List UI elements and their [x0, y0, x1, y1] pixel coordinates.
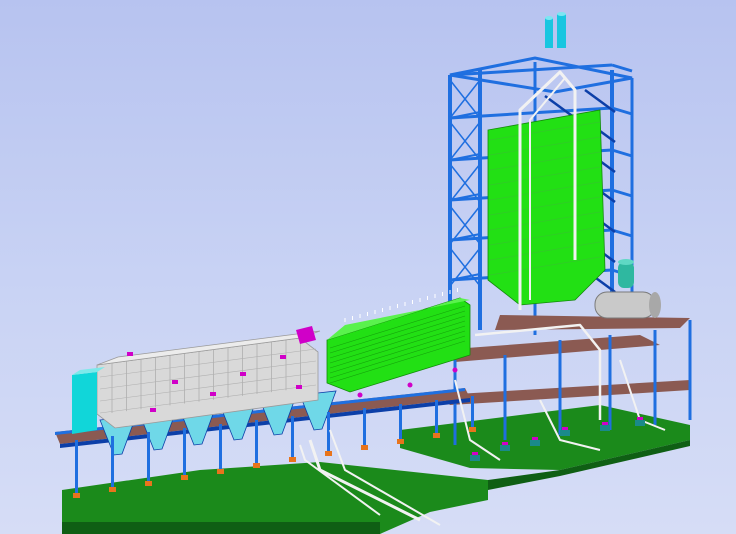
- column-footing: [361, 445, 368, 450]
- support-column: [147, 432, 150, 483]
- magenta-marker: [296, 385, 302, 389]
- pump: [500, 445, 510, 451]
- plant-3d-render: [55, 12, 692, 534]
- magenta-marker: [210, 392, 216, 396]
- column-footing: [253, 463, 260, 468]
- column-footing: [181, 475, 188, 480]
- support-column: [111, 436, 114, 489]
- steam-drum-body: [594, 291, 656, 319]
- column-footing: [289, 457, 296, 462]
- valve: [407, 382, 413, 388]
- mid-platform: [440, 335, 660, 362]
- support-column: [471, 396, 474, 429]
- stack-left: [545, 18, 553, 48]
- pipe: [474, 323, 602, 420]
- magenta-marker: [127, 352, 133, 356]
- magenta-marker: [240, 372, 246, 376]
- magenta-marker: [172, 380, 178, 384]
- support-column: [291, 416, 294, 459]
- pump: [470, 455, 480, 461]
- pump-motor: [532, 437, 538, 440]
- support-column: [255, 420, 258, 465]
- ground-slab-right: [400, 405, 690, 470]
- stair-flight: [544, 94, 576, 120]
- column-footing: [397, 439, 404, 444]
- support-column: [435, 400, 438, 435]
- support-column: [327, 412, 330, 453]
- tower-roof-frame: [449, 56, 633, 94]
- column-footing: [469, 427, 476, 432]
- pump-motor: [602, 422, 608, 425]
- magenta-marker: [280, 355, 286, 359]
- column-footing: [109, 487, 116, 492]
- pump-motor: [562, 427, 568, 430]
- green-economizer: [326, 297, 471, 393]
- cyan-end-panel: [72, 372, 97, 434]
- stack-right: [557, 14, 566, 48]
- column-footing: [145, 481, 152, 486]
- ground-slab-edge: [62, 522, 380, 534]
- lower-platform: [440, 380, 690, 405]
- column-footing: [433, 433, 440, 438]
- pump-motor: [502, 442, 508, 445]
- upper-platform: [495, 315, 690, 330]
- pump: [560, 430, 570, 436]
- stack-cap: [545, 16, 553, 20]
- pump-motor: [637, 417, 643, 420]
- pump: [635, 420, 645, 426]
- column-footing: [73, 493, 80, 498]
- steel-member: [611, 188, 633, 198]
- pump-motor: [472, 452, 478, 455]
- model-viewport[interactable]: [0, 0, 736, 534]
- steel-member: [611, 148, 633, 158]
- support-column: [399, 404, 402, 441]
- deaerator-vessel: [618, 262, 634, 288]
- valve: [452, 367, 458, 373]
- deaerator-top: [618, 259, 634, 265]
- support-column: [219, 424, 222, 471]
- stack-cap: [557, 12, 566, 16]
- support-column: [75, 440, 78, 495]
- column-footing: [325, 451, 332, 456]
- pump: [600, 425, 610, 431]
- pump: [530, 440, 540, 446]
- support-column: [183, 428, 186, 477]
- support-column: [363, 408, 366, 447]
- valve: [357, 392, 363, 398]
- column-footing: [217, 469, 224, 474]
- steel-member: [611, 63, 633, 73]
- steam-drum-end: [649, 292, 661, 318]
- magenta-marker: [150, 408, 156, 412]
